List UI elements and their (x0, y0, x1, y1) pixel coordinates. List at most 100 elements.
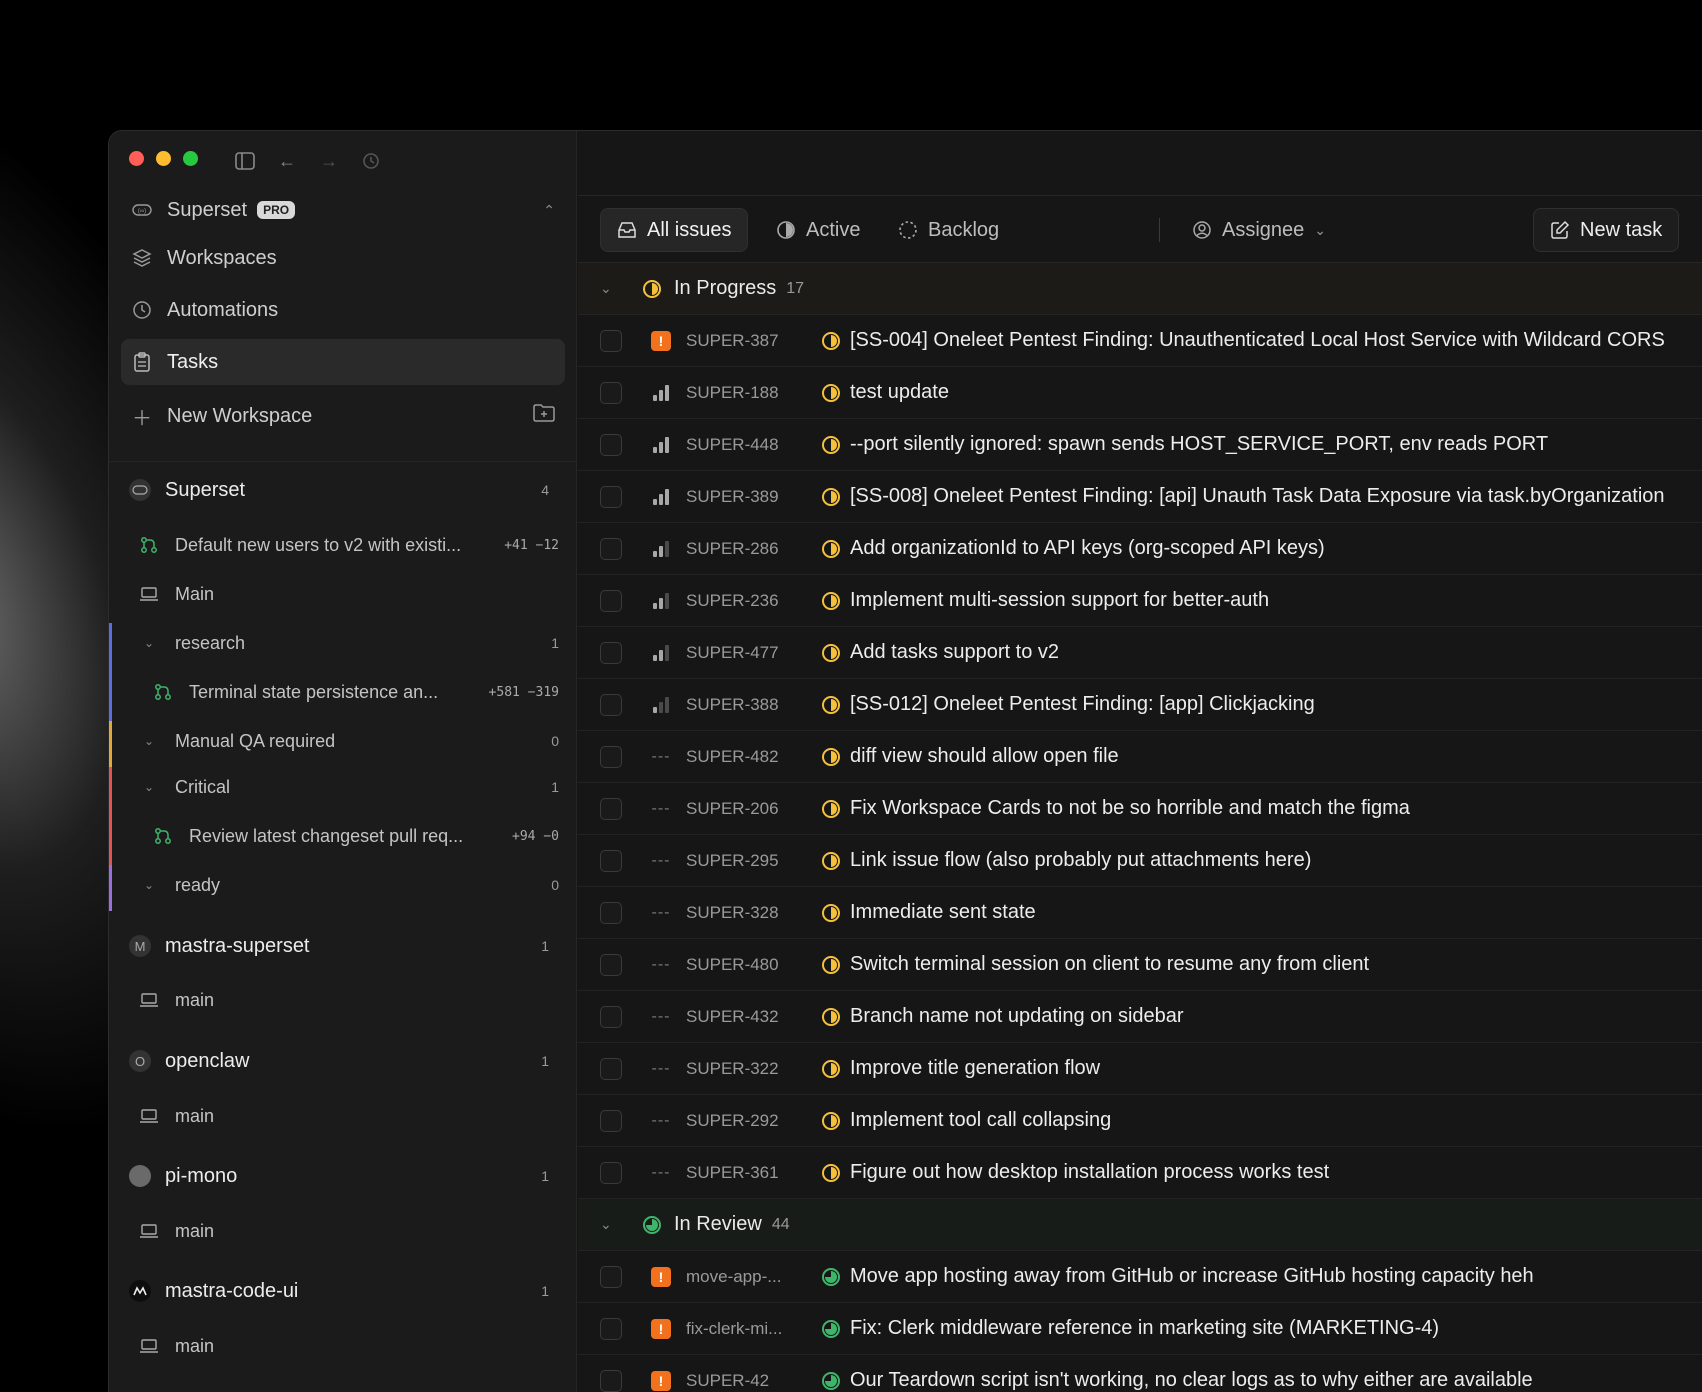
issue-row[interactable]: --- SUPER-292 Implement tool call collap… (578, 1095, 1702, 1147)
issue-row[interactable]: SUPER-448 --port silently ignored: spawn… (578, 419, 1702, 471)
issue-row[interactable]: SUPER-477 Add tasks support to v2 (578, 627, 1702, 679)
new-task-button[interactable]: New task (1533, 208, 1680, 252)
nav-automations[interactable]: Automations (121, 287, 565, 333)
workspace-mastra-code-ui[interactable]: mastra-code-ui 1 (121, 1269, 565, 1313)
priority[interactable]: ! (650, 1266, 672, 1288)
issue-row[interactable]: --- SUPER-361 Figure out how desktop ins… (578, 1147, 1702, 1199)
row-checkbox[interactable] (600, 381, 622, 404)
priority[interactable] (650, 590, 672, 612)
workspace-mastra-superset[interactable]: M mastra-superset 1 (121, 924, 565, 968)
in-progress-status-icon[interactable] (820, 486, 842, 508)
priority[interactable]: --- (650, 1110, 672, 1132)
close-window-button[interactable] (129, 151, 144, 166)
row-checkbox[interactable] (600, 1109, 622, 1132)
priority[interactable] (650, 538, 672, 560)
priority[interactable] (650, 382, 672, 404)
issue-row[interactable]: SUPER-388 [SS-012] Oneleet Pentest Findi… (578, 679, 1702, 731)
issue-row[interactable]: --- SUPER-322 Improve title generation f… (578, 1043, 1702, 1095)
in-progress-status-icon[interactable] (820, 382, 842, 404)
issue-row[interactable]: --- SUPER-206 Fix Workspace Cards to not… (578, 783, 1702, 835)
row-checkbox[interactable] (600, 589, 622, 612)
row-checkbox[interactable] (600, 537, 622, 560)
section-manual-qa[interactable]: ⌄ Manual QA required 0 (139, 721, 559, 761)
in-progress-status-icon[interactable] (820, 1006, 842, 1028)
in-progress-status-icon[interactable] (820, 694, 842, 716)
history-icon[interactable] (361, 151, 381, 171)
nav-tasks[interactable]: Tasks (121, 339, 565, 385)
chevron-down-icon[interactable]: ⌄ (600, 280, 620, 297)
issue-row[interactable]: ! fix-clerk-mi... Fix: Clerk middleware … (578, 1303, 1702, 1355)
section-critical[interactable]: ⌄ Critical 1 (139, 767, 559, 807)
back-arrow-icon[interactable]: ← (277, 151, 297, 171)
priority[interactable]: --- (650, 1058, 672, 1080)
section-ready[interactable]: ⌄ ready 0 (139, 865, 559, 905)
workspace-superset[interactable]: Superset 4 (121, 468, 565, 512)
priority[interactable] (650, 434, 672, 456)
row-checkbox[interactable] (600, 953, 622, 976)
sidebar-toggle-icon[interactable] (235, 151, 255, 171)
nav-workspaces[interactable]: Workspaces (121, 235, 565, 281)
branch-item[interactable]: Review latest changeset pull req... +94 … (153, 816, 559, 856)
branch-item[interactable]: Default new users to v2 with existi... +… (139, 525, 559, 565)
forward-arrow-icon[interactable]: → (319, 151, 339, 171)
in-review-status-icon[interactable] (820, 1318, 842, 1340)
issue-row[interactable]: --- SUPER-482 diff view should allow ope… (578, 731, 1702, 783)
issue-row[interactable]: SUPER-389 [SS-008] Oneleet Pentest Findi… (578, 471, 1702, 523)
row-checkbox[interactable] (600, 1265, 622, 1288)
row-checkbox[interactable] (600, 641, 622, 664)
in-progress-status-icon[interactable] (820, 850, 842, 872)
in-progress-status-icon[interactable] (820, 954, 842, 976)
row-checkbox[interactable] (600, 797, 622, 820)
local-item-main[interactable]: main (139, 1326, 559, 1366)
issue-row[interactable]: --- SUPER-432 Branch name not updating o… (578, 991, 1702, 1043)
maximize-window-button[interactable] (183, 151, 198, 166)
in-progress-status-icon[interactable] (820, 902, 842, 924)
issue-row[interactable]: --- SUPER-328 Immediate sent state (578, 887, 1702, 939)
in-progress-status-icon[interactable] (820, 746, 842, 768)
local-item-main[interactable]: Main (139, 574, 559, 614)
row-checkbox[interactable] (600, 1161, 622, 1184)
priority[interactable]: --- (650, 850, 672, 872)
minimize-window-button[interactable] (156, 151, 171, 166)
in-progress-status-icon[interactable] (820, 538, 842, 560)
priority[interactable]: --- (650, 1162, 672, 1184)
chevron-down-icon[interactable]: ⌄ (600, 1216, 620, 1233)
row-checkbox[interactable] (600, 329, 622, 352)
in-review-status-icon[interactable] (820, 1266, 842, 1288)
row-checkbox[interactable] (600, 693, 622, 716)
issue-row[interactable]: --- SUPER-295 Link issue flow (also prob… (578, 835, 1702, 887)
issue-row[interactable]: ! SUPER-387 [SS-004] Oneleet Pentest Fin… (578, 315, 1702, 367)
priority[interactable] (650, 486, 672, 508)
in-progress-status-icon[interactable] (820, 1162, 842, 1184)
workspace-pi-mono[interactable]: pi-mono 1 (121, 1154, 565, 1198)
row-checkbox[interactable] (600, 745, 622, 768)
priority[interactable]: --- (650, 902, 672, 924)
in-progress-status-icon[interactable] (820, 330, 842, 352)
workspace-openclaw[interactable]: O openclaw 1 (121, 1039, 565, 1083)
local-item-main[interactable]: main (139, 1096, 559, 1136)
branch-item[interactable]: Terminal state persistence an... +581 −3… (153, 672, 559, 712)
priority[interactable] (650, 694, 672, 716)
priority[interactable]: --- (650, 954, 672, 976)
folder-plus-icon[interactable] (533, 404, 555, 428)
org-switcher[interactable]: (∞) Superset PRO ⌃ (121, 187, 565, 233)
issue-row[interactable]: ! SUPER-42 Our Teardown script isn't wor… (578, 1355, 1702, 1392)
priority[interactable]: ! (650, 1318, 672, 1340)
priority[interactable] (650, 642, 672, 664)
issue-row[interactable]: --- SUPER-480 Switch terminal session on… (578, 939, 1702, 991)
in-progress-status-icon[interactable] (820, 434, 842, 456)
row-checkbox[interactable] (600, 433, 622, 456)
local-item-main[interactable]: main (139, 1211, 559, 1251)
row-checkbox[interactable] (600, 1369, 622, 1392)
in-progress-status-icon[interactable] (820, 1110, 842, 1132)
priority[interactable]: --- (650, 798, 672, 820)
in-progress-status-icon[interactable] (820, 642, 842, 664)
row-checkbox[interactable] (600, 849, 622, 872)
row-checkbox[interactable] (600, 1317, 622, 1340)
row-checkbox[interactable] (600, 901, 622, 924)
in-progress-status-icon[interactable] (820, 590, 842, 612)
priority[interactable]: --- (650, 1006, 672, 1028)
assignee-filter[interactable]: Assignee ⌄ (1176, 208, 1342, 252)
tab-active[interactable]: Active (760, 208, 876, 252)
issue-row[interactable]: SUPER-188 test update (578, 367, 1702, 419)
